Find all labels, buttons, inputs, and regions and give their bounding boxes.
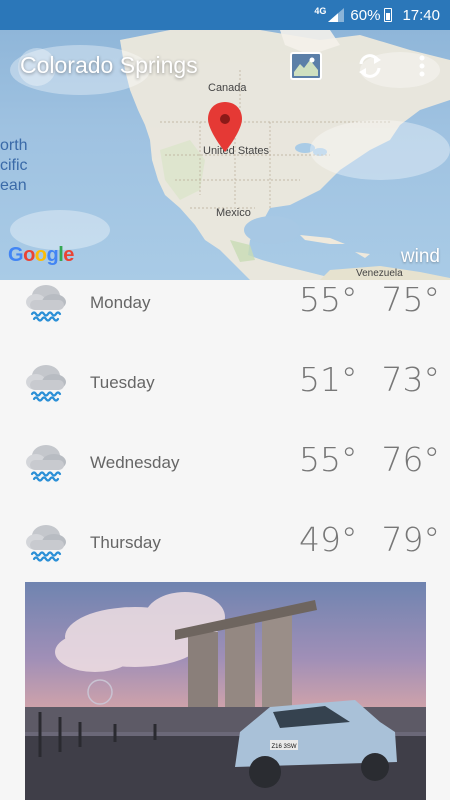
status-bar: 4G 60% 17:40 — [0, 0, 450, 30]
location-pin-icon[interactable] — [208, 102, 242, 152]
city-title: Colorado Springs — [20, 52, 198, 78]
map-label-mexico: Mexico — [216, 207, 251, 219]
map-label-canada: Canada — [208, 82, 247, 94]
more-vert-icon — [419, 55, 425, 77]
license-plate: Z16 3SW — [271, 744, 296, 750]
temperature-range: 55° 75° — [275, 280, 440, 319]
clock: 17:40 — [402, 6, 440, 24]
ocean-line-1: orth — [0, 137, 28, 154]
temp-high: 79° — [381, 520, 441, 559]
ocean-line-2: cific — [0, 157, 28, 174]
signal-icon — [328, 8, 345, 22]
ad-photo: Z16 3SW — [25, 592, 426, 800]
refresh-icon — [359, 54, 381, 78]
network-type-label: 4G — [314, 6, 327, 16]
map-layers-button[interactable] — [290, 52, 322, 80]
network-indicator: 4G — [314, 6, 345, 22]
day-name: Tuesday — [90, 373, 155, 392]
temp-low: 49° — [299, 520, 358, 559]
more-options-button[interactable] — [406, 52, 438, 80]
refresh-button[interactable] — [354, 52, 386, 80]
map-overlay-label[interactable]: wind — [401, 246, 440, 268]
rain-cloud-icon — [26, 445, 66, 482]
day-name: Wednesday — [90, 453, 180, 472]
day-name: Monday — [90, 293, 151, 312]
battery-percent: 60% — [350, 6, 381, 24]
forecast-list: Monday 55° 75° Tuesday 51° 73° Wednesday… — [0, 280, 450, 600]
advertisement-banner[interactable]: Z16 3SW — [25, 582, 426, 800]
rain-cloud-icon — [26, 285, 66, 322]
map-layers-icon — [290, 52, 322, 80]
rain-cloud-icon — [26, 525, 66, 562]
temperature-range: 49° 79° — [275, 520, 440, 559]
battery-indicator: 60% — [350, 7, 396, 24]
temp-low: 51° — [299, 360, 358, 399]
temp-high: 75° — [381, 280, 441, 319]
temp-low: 55° — [299, 440, 358, 479]
rain-cloud-icon — [26, 365, 66, 402]
day-name: Thursday — [90, 533, 161, 552]
temp-low: 55° — [299, 280, 358, 319]
forecast-row[interactable]: Monday 55° 75° — [0, 280, 450, 360]
temp-high: 73° — [381, 360, 441, 399]
ocean-line-3: ean — [0, 177, 27, 194]
temperature-range: 55° 76° — [275, 440, 440, 479]
battery-icon — [384, 8, 393, 22]
temperature-range: 51° 73° — [275, 360, 440, 399]
map-label-ocean: orth cific ean — [0, 136, 28, 196]
forecast-row[interactable]: Wednesday 55° 76° — [0, 440, 450, 520]
forecast-row[interactable]: Tuesday 51° 73° — [0, 360, 450, 440]
google-logo: Google — [8, 244, 74, 266]
map-label-venezuela: Venezuela — [356, 268, 403, 279]
temp-high: 76° — [381, 440, 441, 479]
